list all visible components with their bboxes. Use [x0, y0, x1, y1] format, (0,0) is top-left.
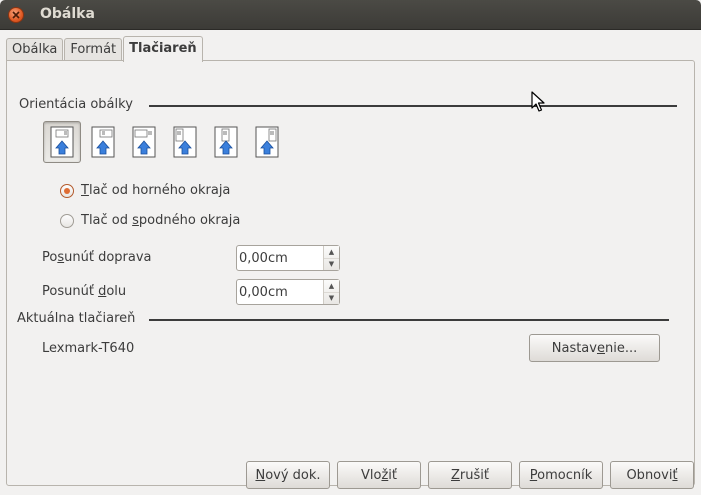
shift-down-input[interactable]	[237, 280, 323, 304]
title-bar: Obálka	[0, 0, 701, 30]
chevron-up-icon[interactable]: ▲	[324, 246, 339, 258]
tab-format[interactable]: Formát	[64, 38, 123, 61]
orientation-option-2[interactable]	[84, 121, 122, 163]
printer-name: Lexmark-T640	[42, 341, 135, 356]
close-icon	[12, 11, 20, 19]
printer-tab-panel: Orientácia obálky Tlač od horného okraja…	[6, 60, 695, 486]
printer-setup-label: Nastavenie...	[551, 340, 638, 356]
insert-label: Vložiť	[360, 467, 397, 483]
orientation-section-divider	[149, 105, 677, 107]
feed-from-bottom-label: Tlač od spodného okraja	[81, 213, 241, 228]
printer-section-label: Aktuálna tlačiareň	[17, 311, 140, 326]
mouse-pointer-icon	[531, 91, 545, 112]
orientation-section-label: Orientácia obálky	[19, 97, 137, 112]
shift-right-spinbox[interactable]: ▲ ▼	[236, 245, 340, 271]
envelope-orient-5-icon	[214, 126, 238, 158]
feed-from-top-option[interactable]: Tlač od horného okraja	[60, 183, 230, 198]
envelope-orient-3-icon	[132, 126, 156, 158]
chevron-down-icon[interactable]: ▼	[324, 257, 339, 271]
shift-right-label: Posunúť doprava	[42, 250, 152, 265]
envelope-orient-6-icon	[255, 126, 279, 158]
envelope-orient-2-icon	[91, 126, 115, 158]
feed-from-top-radio[interactable]	[60, 183, 74, 198]
feed-from-top-label: Tlač od horného okraja	[81, 183, 231, 198]
new-document-button[interactable]: Nový dok.	[246, 461, 330, 489]
feed-from-bottom-radio[interactable]	[60, 213, 74, 228]
reset-button[interactable]: Obnoviť	[610, 461, 694, 489]
shift-right-stepper[interactable]: ▲ ▼	[323, 246, 339, 270]
envelope-orient-1-icon	[50, 126, 74, 158]
orientation-options	[43, 121, 289, 163]
orientation-option-4[interactable]	[166, 121, 204, 163]
shift-down-label: Posunúť dolu	[42, 284, 127, 299]
reset-label: Obnoviť	[626, 467, 678, 483]
cancel-label: Zrušiť	[451, 467, 489, 483]
shift-down-spinbox[interactable]: ▲ ▼	[236, 279, 340, 305]
tab-printer[interactable]: Tlačiareň	[123, 36, 203, 62]
chevron-up-icon[interactable]: ▲	[324, 280, 339, 292]
orientation-option-6[interactable]	[248, 121, 286, 163]
printer-setup-button[interactable]: Nastavenie...	[529, 334, 660, 362]
orientation-option-5[interactable]	[207, 121, 245, 163]
new-document-label: Nový dok.	[255, 467, 321, 483]
insert-button[interactable]: Vložiť	[337, 461, 421, 489]
close-window-button[interactable]	[8, 7, 24, 23]
tab-bar: Obálka Formát Tlačiareň	[6, 36, 204, 62]
envelope-dialog: Obálka Formát Tlačiareň Orientácia obálk…	[0, 30, 701, 495]
orientation-option-1[interactable]	[43, 121, 81, 163]
shift-down-stepper[interactable]: ▲ ▼	[323, 280, 339, 304]
help-label: Pomocník	[529, 467, 593, 483]
window-title: Obálka	[40, 6, 95, 22]
envelope-orient-4-icon	[173, 126, 197, 158]
chevron-down-icon[interactable]: ▼	[324, 291, 339, 305]
shift-right-input[interactable]	[237, 246, 323, 270]
feed-from-bottom-option[interactable]: Tlač od spodného okraja	[60, 213, 240, 228]
help-button[interactable]: Pomocník	[519, 461, 603, 489]
tab-envelope[interactable]: Obálka	[6, 38, 64, 61]
printer-section-divider	[149, 319, 669, 321]
cancel-button[interactable]: Zrušiť	[428, 461, 512, 489]
orientation-option-3[interactable]	[125, 121, 163, 163]
